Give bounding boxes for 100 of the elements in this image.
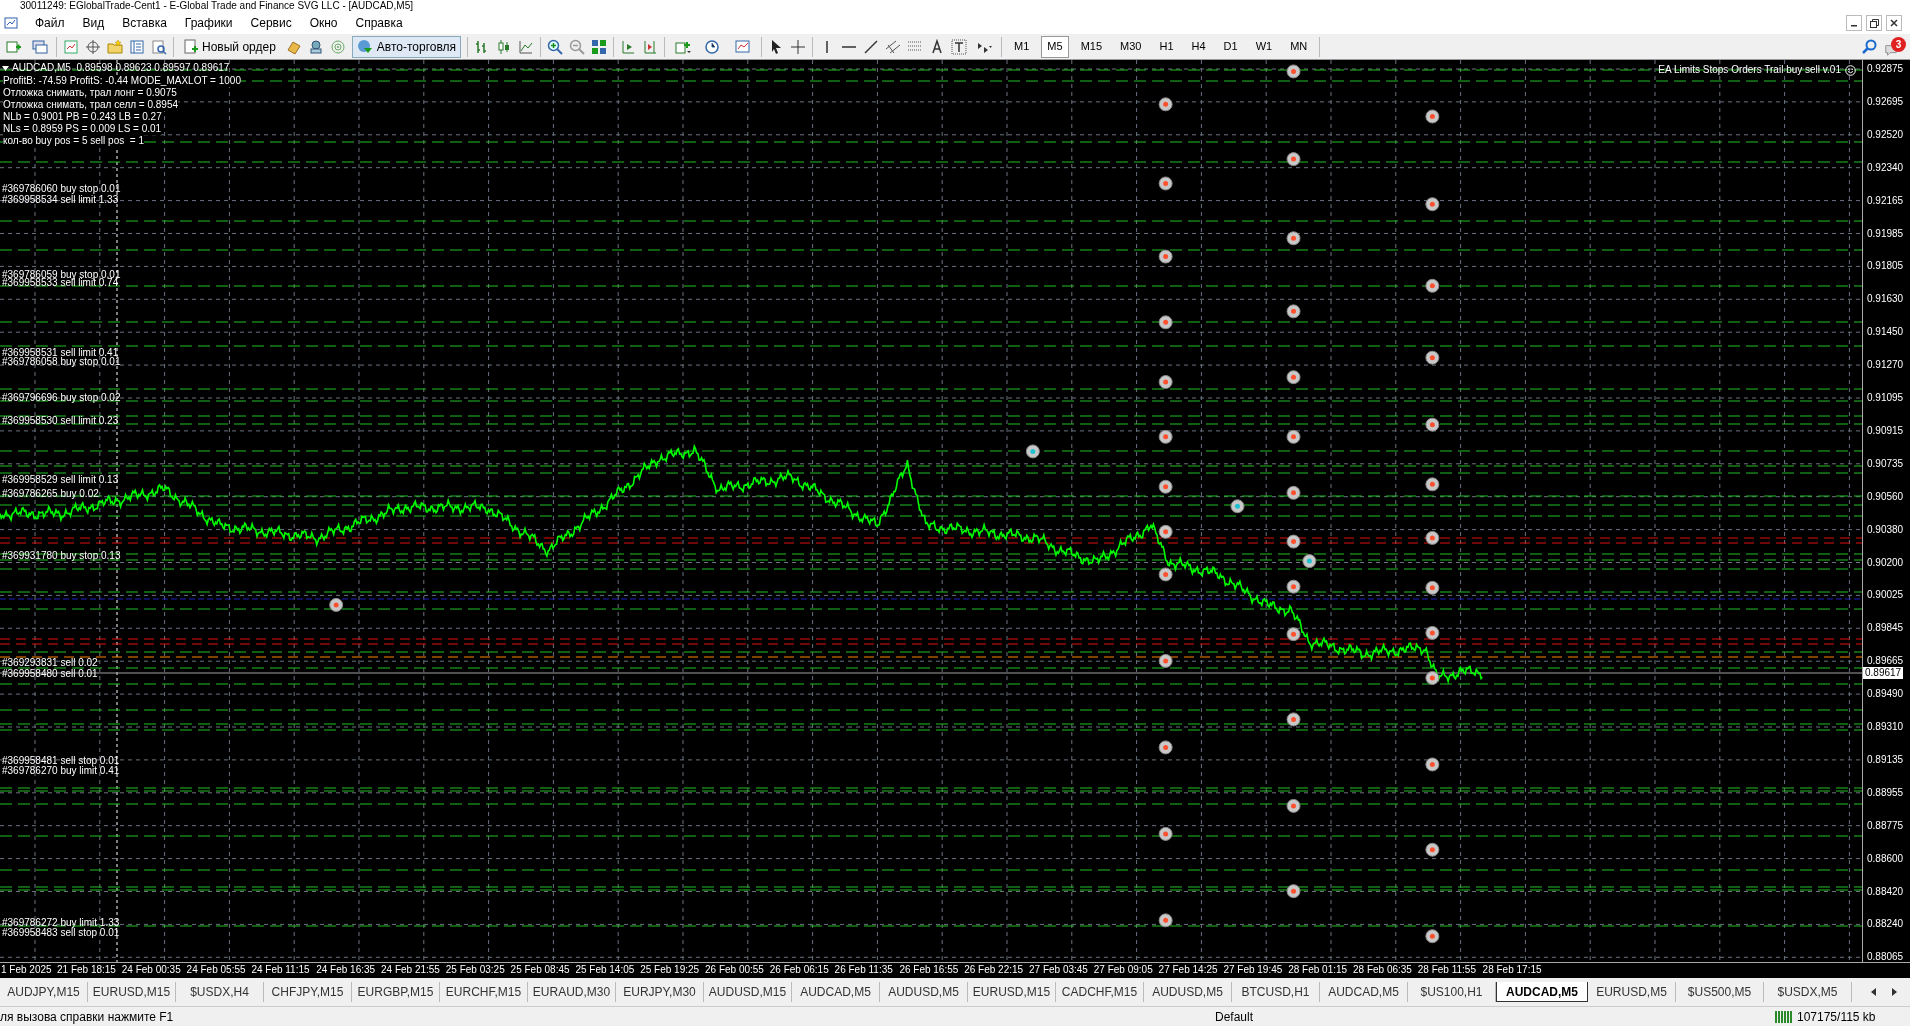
chart-tab[interactable]: AUDUSD,M5 [880,982,968,1002]
profiles-icon[interactable] [30,38,50,55]
scroll-right-icon[interactable] [1890,988,1898,996]
timeframe-button[interactable]: M15 [1074,35,1109,58]
chart-tab[interactable]: $USDX,M5 [1764,982,1852,1002]
expert-name: EA Limits Stops Orders Trail buy sell v.01 [1658,64,1841,76]
trade-marker-icon [1302,554,1317,569]
menu-item[interactable]: Вид [73,14,114,32]
restore-button[interactable] [1866,15,1882,31]
trade-marker-icon [1425,842,1440,857]
order-label: #369786265 buy 0.02 [2,488,99,499]
signals-icon[interactable] [307,38,324,55]
crosshair-icon[interactable] [790,38,807,55]
close-button[interactable] [1886,15,1902,31]
minimize-button[interactable] [1846,15,1862,31]
add-chart-icon[interactable] [4,38,24,55]
trade-marker-icon [1286,485,1301,500]
menu-item[interactable]: Файл [26,14,74,32]
menu-item[interactable]: Окно [300,14,347,32]
trade-marker-icon [1158,249,1173,264]
chart-tab[interactable]: $USDX,H4 [176,982,264,1002]
chart-tab[interactable]: EURUSD,M15 [88,982,176,1002]
price-scale-label: 0.88775 [1867,819,1904,832]
chart-tab[interactable]: AUDJPY,M15 [0,982,88,1002]
trade-marker-icon [1158,315,1173,330]
timeframe-button[interactable]: H1 [1153,35,1180,58]
new-order-button[interactable]: Новый ордер [180,35,280,58]
chart-tab[interactable]: EURUSD,M5 [1588,982,1676,1002]
chart-tab[interactable]: BTCUSD,H1 [1232,982,1320,1002]
search-icon[interactable] [1862,38,1878,55]
chart-tab[interactable]: EURGBP,M15 [352,982,440,1002]
trade-marker-icon [1025,444,1040,459]
menu-item[interactable]: Вставка [113,14,176,32]
chart-tab[interactable]: EURCHF,M15 [440,982,528,1002]
crosshair-target-icon[interactable] [85,38,101,55]
trade-marker-icon [1230,499,1245,514]
time-scale-label: 24 Feb 00:35 [121,964,181,976]
trade-marker-icon [1425,109,1440,124]
price-scale-label: 0.90560 [1867,490,1904,503]
line-chart-icon[interactable] [518,38,535,55]
document-plus-icon [184,38,198,55]
menu-item[interactable]: Справка [346,14,412,32]
timeframe-button[interactable]: MN [1284,35,1314,58]
chart-tab[interactable]: AUDUSD,M15 [704,982,792,1002]
autoscroll-icon[interactable] [642,38,659,55]
trade-marker-icon [1158,176,1173,191]
time-scale-label: 21 Feb 18:15 [57,964,116,976]
time-scale-label: 25 Feb 19:25 [640,964,700,976]
price-scale-label: 0.91630 [1867,293,1904,306]
current-price-label: 0.89617 [1863,667,1904,679]
market-watch-icon[interactable] [63,38,79,55]
folder-star-icon[interactable] [107,38,123,55]
notification-badge: 3 [1891,36,1906,52]
indicator-info-text: Отложка снимать, трал селл = 0.8954 [3,99,179,111]
timeframe-button[interactable]: M5 [1041,35,1069,58]
menu-item[interactable]: Сервис [241,14,301,32]
chart-tab[interactable]: AUDCAD,M5 [1320,982,1408,1002]
timeframe-button[interactable]: M1 [1008,35,1036,58]
order-label: #369958534 sell limit 1.33 [2,194,119,205]
chart-tab[interactable]: CHFJPY,M15 [264,982,352,1002]
indicator-info-text: Отложка снимать, трал лонг = 0.9075 [3,87,177,99]
indicator-info-text: ProfitB: -74.59 ProfitS: -0.44 MODE_MAXLOT = 1000 [3,75,241,87]
price-scale-label: 0.89490 [1867,688,1904,701]
scroll-left-icon[interactable] [1870,988,1878,996]
trade-marker-icon [1425,477,1440,492]
chart-tab[interactable]: AUDUSD,M5 [1144,982,1232,1002]
price-scale-label: 0.90915 [1867,424,1904,437]
order-label: #369958531 sell limit 0.41 [2,347,119,358]
order-label: #369786060 buy stop 0.01 [2,183,121,194]
price-scale-label: 0.92520 [1867,128,1904,141]
chart-shift-icon[interactable] [620,38,637,55]
timeframe-button[interactable]: D1 [1217,35,1244,58]
smiley-icon [1845,64,1856,76]
zoom-in-icon[interactable] [547,38,564,55]
chart-tab[interactable]: $US500,M5 [1676,982,1764,1002]
order-label: #369786058 buy stop 0.01 [2,356,121,367]
collapse-triangle-icon[interactable] [2,65,9,71]
price-scale-label: 0.91450 [1867,326,1904,339]
price-scale-label: 0.92340 [1867,161,1904,174]
timeframe-button[interactable]: W1 [1249,35,1279,58]
traffic-text: 107175/115 kb [1797,1008,1876,1026]
text-label-icon[interactable] [951,38,968,55]
tile-windows-icon[interactable] [591,38,608,55]
timeframe-button[interactable]: M30 [1114,35,1148,58]
timeframe-button[interactable]: H4 [1185,35,1212,58]
trade-marker-icon [1158,740,1173,755]
navigator-panel-icon[interactable] [129,38,145,55]
menu-item[interactable]: Графики [175,14,242,32]
chart-tab[interactable]: EURAUD,M30 [528,982,616,1002]
chart-tab[interactable]: EURJPY,M30 [616,982,704,1002]
order-label: #369786272 buy limit 1.33 [2,917,120,928]
equidistant-channel-icon[interactable] [885,38,902,55]
chart-tab[interactable]: AUDCAD,M5 [792,982,880,1002]
chart-tab[interactable]: EURUSD,M15 [968,982,1056,1002]
tester-magnifier-icon[interactable] [151,38,167,55]
chart-tab[interactable]: AUDCAD,M5 [1496,982,1588,1002]
chart-tab[interactable]: CADCHF,M15 [1056,982,1144,1002]
trend-line-icon[interactable] [863,38,880,55]
auto-trading-button[interactable]: Авто-торговля [351,35,462,58]
price-scale-label: 0.91270 [1867,359,1904,372]
